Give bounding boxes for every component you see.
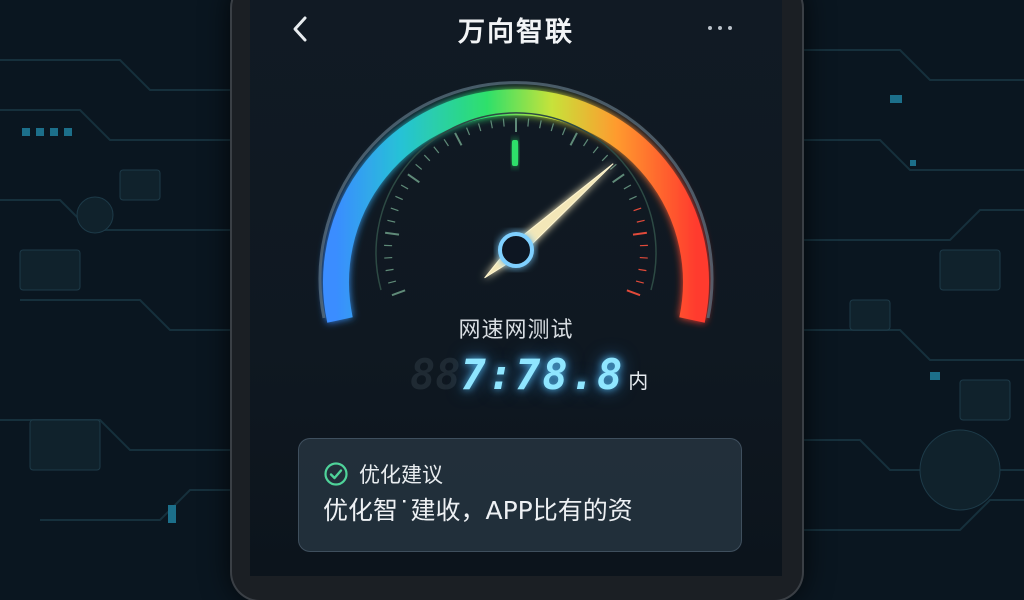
- gauge-tick: [467, 128, 470, 135]
- gauge-tick: [638, 269, 646, 270]
- gauge-tick: [491, 120, 493, 128]
- gauge-tick: [479, 123, 481, 131]
- gauge-tick: [636, 281, 644, 283]
- speed-test-caption: 网速网测试: [250, 312, 782, 344]
- gauge-tick: [408, 174, 419, 182]
- advice-title: 优化建议: [359, 459, 443, 489]
- gauge-tick: [551, 123, 553, 131]
- gauge-tick: [387, 220, 395, 222]
- gauge-tick: [455, 133, 461, 145]
- gauge-tick: [627, 290, 640, 295]
- gauge-tick: [629, 196, 636, 199]
- phone-screen: 万向智联: [250, 0, 782, 576]
- gauge-tick: [634, 208, 642, 211]
- nav-bar: 万向智联: [250, 0, 782, 60]
- speed-unit: 内: [628, 365, 648, 394]
- gauge-tick: [602, 155, 608, 161]
- gauge-tick: [528, 119, 529, 127]
- gauge-tick: [392, 290, 405, 295]
- speed-readout: 88 7:78.8 内: [410, 350, 648, 398]
- more-dot: [728, 26, 732, 30]
- gauge-tick: [401, 185, 408, 189]
- gauge-tick: [416, 164, 422, 169]
- advice-header: 优化建议: [323, 459, 443, 489]
- gauge-tick: [424, 155, 430, 161]
- gauge-tick: [395, 196, 402, 199]
- gauge-tick: [562, 128, 565, 135]
- gauge-tick: [613, 174, 624, 182]
- gauge-tick: [391, 208, 399, 211]
- gauge-tick: [540, 120, 542, 128]
- gauge-hub: [500, 234, 532, 266]
- gauge-tick: [385, 233, 399, 235]
- gauge-tick: [593, 147, 598, 153]
- gauge-tick: [637, 220, 645, 222]
- check-circle-icon: [323, 461, 349, 487]
- gauge-tick: [584, 139, 588, 146]
- speed-gauge: [300, 70, 732, 340]
- more-dot: [718, 26, 722, 30]
- gauge-tick: [570, 133, 576, 145]
- gauge-tick: [388, 281, 396, 283]
- speed-ghost-digits: 88: [410, 352, 461, 398]
- gauge-tick: [633, 233, 647, 235]
- more-button[interactable]: [700, 16, 740, 40]
- advice-body: 优化智˙建收，APP比有的资: [323, 491, 723, 527]
- gauge-top-marker: [512, 140, 518, 166]
- gauge-tick: [444, 139, 448, 146]
- optimization-advice-card[interactable]: 优化建议 优化智˙建收，APP比有的资: [298, 438, 742, 552]
- gauge-arc: [336, 102, 696, 320]
- gauge-tick: [624, 185, 631, 189]
- gauge-tick: [434, 147, 439, 153]
- more-horizontal-icon: [708, 26, 712, 30]
- speed-value: 7:78.8: [461, 352, 625, 398]
- gauge-tick: [503, 119, 504, 127]
- gauge-tick: [386, 269, 394, 270]
